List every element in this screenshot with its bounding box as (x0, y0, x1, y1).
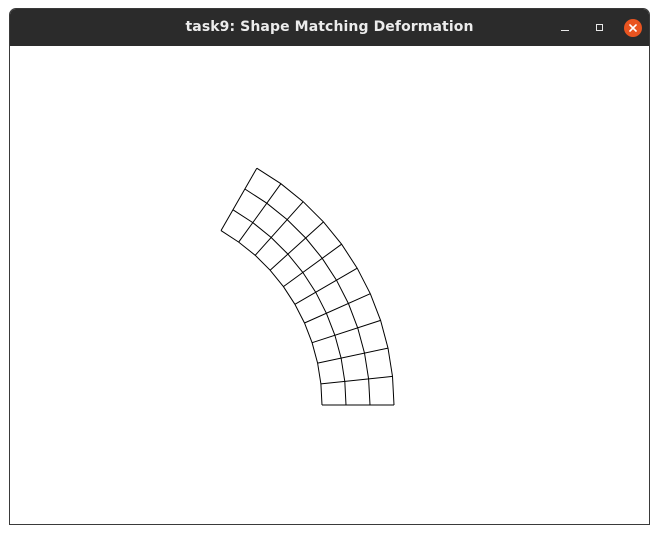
mesh-lines (220, 167, 395, 406)
mesh-transverse-line (311, 319, 381, 344)
minimize-button[interactable] (553, 9, 577, 46)
mesh-transverse-line (317, 347, 389, 364)
close-button[interactable] (621, 9, 645, 46)
deformed-mesh (220, 167, 395, 406)
title-bar[interactable]: task9: Shape Matching Deformation (10, 9, 649, 46)
mesh-transverse-line (320, 375, 393, 385)
mesh-transverse-line (294, 267, 358, 305)
minimize-icon (561, 29, 569, 31)
maximize-button[interactable] (587, 9, 611, 46)
maximize-icon (595, 24, 603, 31)
close-icon (624, 18, 642, 37)
mesh-longitudinal-line (220, 230, 323, 406)
app-window: task9: Shape Matching Deformation (9, 8, 650, 525)
mesh-longitudinal-line (232, 209, 347, 406)
render-canvas[interactable] (10, 46, 649, 524)
mesh-transverse-line (304, 293, 371, 324)
